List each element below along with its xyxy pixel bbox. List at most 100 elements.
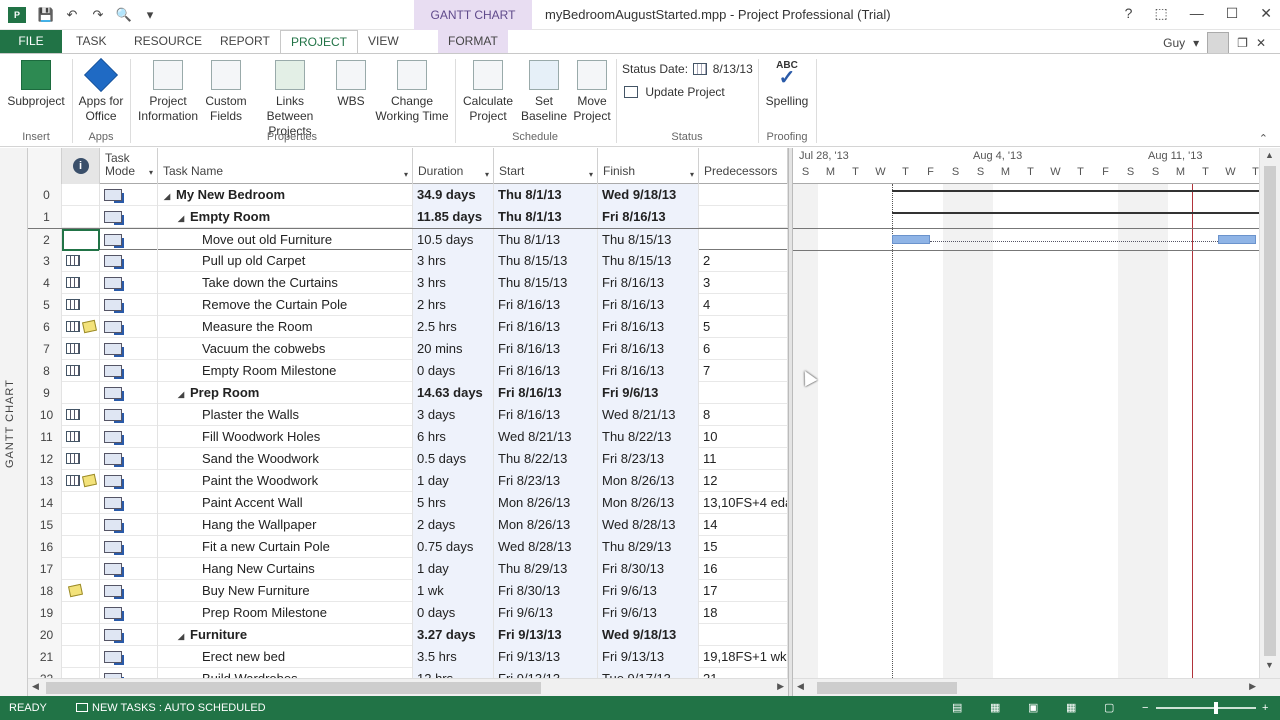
calculate-project-button[interactable]: Calculate Project: [460, 60, 516, 124]
finish-cell[interactable]: Thu 8/15/13: [598, 250, 699, 272]
row-id[interactable]: 9: [28, 382, 62, 404]
row-id[interactable]: 4: [28, 272, 62, 294]
resource-sheet-icon[interactable]: ▦: [1066, 696, 1076, 720]
task-name-cell[interactable]: ◢ My New Bedroom: [158, 184, 413, 206]
finish-cell[interactable]: Mon 8/26/13: [598, 492, 699, 514]
duration-cell[interactable]: 12 hrs: [413, 668, 494, 678]
start-cell[interactable]: Fri 9/6/13: [494, 602, 598, 624]
duration-cell[interactable]: 2 days: [413, 514, 494, 536]
duration-cell[interactable]: 6 hrs: [413, 426, 494, 448]
predecessors-cell[interactable]: 6: [699, 338, 788, 360]
start-cell[interactable]: Fri 8/30/13: [494, 580, 598, 602]
close-button[interactable]: ✕: [1260, 5, 1272, 22]
task-mode-cell[interactable]: [100, 360, 158, 382]
table-row[interactable]: 1 ◢ Empty Room 11.85 days Thu 8/1/13 Fri 8/16…: [28, 206, 788, 228]
task-name-cell[interactable]: Pull up old Carpet: [158, 250, 413, 272]
ribbon-display-icon[interactable]: ⬚: [1154, 5, 1167, 22]
predecessors-cell[interactable]: 16: [699, 558, 788, 580]
task-name-cell[interactable]: Paint the Woodwork: [158, 470, 413, 492]
table-row[interactable]: 0 ◢ My New Bedroom 34.9 days Thu 8/1/13 Wed 9…: [28, 184, 788, 206]
custom-fields-button[interactable]: Custom Fields: [202, 60, 250, 124]
gantt-chart[interactable]: Jul 28, '13 Aug 4, '13 Aug 11, '13 S M T W T…: [793, 148, 1259, 678]
finish-cell[interactable]: Fri 9/6/13: [598, 382, 699, 404]
table-row[interactable]: 10 Plaster the Walls 3 days Fri 8/16/13 Wed …: [28, 404, 788, 426]
table-row[interactable]: 5 Remove the Curtain Pole 2 hrs Fri 8/16/13…: [28, 294, 788, 316]
redo-icon[interactable]: ↷: [88, 6, 108, 24]
table-row[interactable]: 4 Take down the Curtains 3 hrs Thu 8/15/13 F…: [28, 272, 788, 294]
task-mode-cell[interactable]: [100, 206, 158, 228]
task-name-cell[interactable]: Hang New Curtains: [158, 558, 413, 580]
move-project-button[interactable]: Move Project: [572, 60, 612, 124]
predecessors-cell[interactable]: [699, 206, 788, 228]
task-name-cell[interactable]: Vacuum the cobwebs: [158, 338, 413, 360]
note-icon[interactable]: [81, 473, 98, 488]
finish-cell[interactable]: Fri 9/13/13: [598, 646, 699, 668]
start-cell[interactable]: Thu 8/29/13: [494, 558, 598, 580]
row-id[interactable]: 1: [28, 206, 62, 228]
row-id[interactable]: 0: [28, 184, 62, 206]
table-row[interactable]: 7 Vacuum the cobwebs 20 mins Fri 8/16/13 Fri…: [28, 338, 788, 360]
task-name-cell[interactable]: Fill Woodwork Holes: [158, 426, 413, 448]
duration-cell[interactable]: 1 wk: [413, 580, 494, 602]
predecessors-cell[interactable]: 5: [699, 316, 788, 338]
duration-cell[interactable]: 11.85 days: [413, 206, 494, 228]
start-cell[interactable]: Mon 8/26/13: [494, 514, 598, 536]
task-mode-cell[interactable]: [100, 536, 158, 558]
tab-project[interactable]: PROJECT: [280, 30, 359, 53]
predecessors-cell[interactable]: 21: [699, 668, 788, 678]
task-mode-cell[interactable]: [100, 514, 158, 536]
task-mode-cell[interactable]: [100, 404, 158, 426]
predecessors-column-header[interactable]: Predecessors: [699, 148, 788, 184]
task-name-cell[interactable]: Empty Room Milestone: [158, 360, 413, 382]
finish-cell[interactable]: Fri 8/16/13: [598, 360, 699, 382]
table-row[interactable]: 9 ◢ Prep Room 14.63 days Fri 8/16/13 Fri 9/6/…: [28, 382, 788, 404]
row-id[interactable]: 12: [28, 448, 62, 470]
task-name-cell[interactable]: Move out old Furniture: [158, 229, 413, 251]
summary-bar-my-new-bedroom[interactable]: [892, 190, 1259, 192]
table-row[interactable]: 22 Build Wardrobes12 hrsFri 9/13/13Tue 9/…: [28, 668, 788, 678]
links-between-projects-button[interactable]: Links Between Projects: [252, 60, 328, 139]
task-mode-cell[interactable]: [100, 646, 158, 668]
start-cell[interactable]: Mon 8/26/13: [494, 492, 598, 514]
task-mode-cell[interactable]: [100, 184, 158, 206]
help-button[interactable]: ?: [1125, 5, 1133, 22]
scrollbar-thumb[interactable]: [1264, 166, 1276, 656]
predecessors-cell[interactable]: 18: [699, 602, 788, 624]
duration-cell[interactable]: 3.5 hrs: [413, 646, 494, 668]
task-name-cell[interactable]: Buy New Furniture: [158, 580, 413, 602]
tab-view[interactable]: VIEW: [358, 30, 409, 53]
set-baseline-button[interactable]: Set Baseline: [518, 60, 570, 124]
finish-column-header[interactable]: Finish ▾: [598, 148, 699, 184]
task-name-cell[interactable]: Erect new bed: [158, 646, 413, 668]
row-id[interactable]: 22: [28, 668, 62, 678]
customize-qat-icon[interactable]: ▾: [140, 6, 160, 24]
scroll-left-icon[interactable]: ◀: [797, 681, 804, 692]
task-name-cell[interactable]: Remove the Curtain Pole: [158, 294, 413, 316]
predecessors-cell[interactable]: 2: [699, 250, 788, 272]
duration-cell[interactable]: 3 hrs: [413, 250, 494, 272]
task-mode-cell[interactable]: [100, 668, 158, 678]
duration-cell[interactable]: 0 days: [413, 360, 494, 382]
select-all-cell[interactable]: [28, 148, 62, 184]
task-name-cell[interactable]: Hang the Wallpaper: [158, 514, 413, 536]
task-name-cell[interactable]: Fit a new Curtain Pole: [158, 536, 413, 558]
finish-cell[interactable]: Wed 9/18/13: [598, 624, 699, 646]
filter-dropdown-icon[interactable]: ▾: [690, 168, 694, 181]
wbs-button[interactable]: WBS: [330, 60, 372, 109]
finish-cell[interactable]: Fri 8/16/13: [598, 206, 699, 228]
task-usage-icon[interactable]: ▦: [990, 696, 1000, 720]
start-cell[interactable]: Wed 8/28/13: [494, 536, 598, 558]
table-row[interactable]: 14 Paint Accent Wall 5 hrs Mon 8/26/13 Mon 8…: [28, 492, 788, 514]
task-mode-cell[interactable]: [100, 316, 158, 338]
task-mode-cell[interactable]: [100, 624, 158, 646]
predecessors-cell[interactable]: 3: [699, 272, 788, 294]
start-cell[interactable]: Fri 8/16/13: [494, 294, 598, 316]
filter-dropdown-icon[interactable]: ▾: [149, 166, 153, 179]
predecessors-cell[interactable]: 19,18FS+1 wk: [699, 646, 788, 668]
note-icon[interactable]: [81, 319, 98, 334]
duration-cell[interactable]: 1 day: [413, 470, 494, 492]
row-id[interactable]: 18: [28, 580, 62, 602]
collapse-triangle-icon[interactable]: ◢: [178, 626, 190, 646]
close-project-icon[interactable]: ✕: [1256, 36, 1266, 50]
predecessors-cell[interactable]: [699, 184, 788, 206]
